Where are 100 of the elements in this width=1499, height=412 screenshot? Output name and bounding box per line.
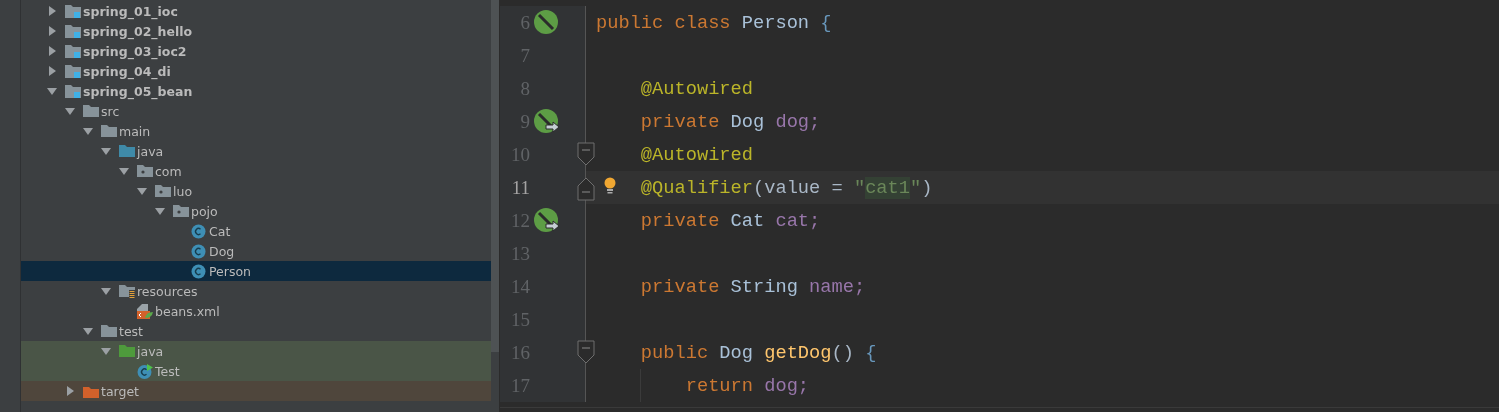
collapsed-arrow-icon[interactable]	[65, 386, 75, 396]
code-token: private	[640, 275, 720, 298]
package-icon	[137, 164, 153, 178]
code-token: return	[685, 374, 753, 397]
fold-icon[interactable]	[577, 340, 595, 366]
code-token: ()	[831, 341, 854, 364]
tree-row[interactable]: Cat	[21, 221, 491, 241]
tree-label: spring_05_bean	[83, 83, 193, 99]
expanded-arrow-icon[interactable]	[155, 206, 165, 216]
module-folder-icon	[65, 44, 81, 58]
expanded-arrow-icon[interactable]	[83, 326, 93, 336]
tree-row[interactable]: Test	[21, 361, 491, 381]
class-icon	[191, 223, 206, 239]
tree-row[interactable]: beans.xml	[21, 301, 491, 321]
resources-folder-icon	[119, 284, 135, 298]
source-folder-icon	[119, 144, 135, 158]
collapsed-arrow-icon[interactable]	[47, 66, 57, 76]
code-token: Person	[741, 11, 810, 34]
fold-icon[interactable]	[577, 175, 595, 201]
tree-row[interactable]: java	[21, 141, 491, 161]
tree-label: beans.xml	[155, 303, 220, 319]
tree-label: java	[137, 343, 164, 359]
collapsed-arrow-icon[interactable]	[47, 46, 57, 56]
code-token: class	[674, 11, 731, 34]
expanded-arrow-icon[interactable]	[101, 286, 111, 296]
tree-row[interactable]: Dog	[21, 241, 491, 261]
class-icon	[191, 243, 206, 259]
package-icon	[155, 184, 171, 198]
tree-row[interactable]: spring_01_ioc	[21, 1, 491, 21]
test-class-icon	[137, 363, 153, 379]
code-token: cat;	[775, 209, 821, 232]
tree-label: Cat	[209, 223, 231, 239]
code-token: "	[853, 176, 866, 199]
code-token: @Qualifier	[640, 176, 753, 199]
tree-row[interactable]: resources	[21, 281, 491, 301]
code-token: dog;	[775, 110, 821, 133]
autowired-icon[interactable]	[534, 108, 560, 135]
code-token: {	[865, 341, 877, 364]
module-folder-icon	[65, 24, 81, 38]
expanded-arrow-icon[interactable]	[119, 166, 129, 176]
tree-row[interactable]: test	[21, 321, 491, 341]
autowired-icon[interactable]	[534, 207, 560, 234]
package-icon	[173, 204, 189, 218]
expanded-arrow-icon[interactable]	[47, 86, 57, 96]
expanded-arrow-icon[interactable]	[83, 126, 93, 136]
tree-label: Person	[209, 263, 251, 279]
tree-label: com	[155, 163, 182, 179]
code-token: public	[596, 11, 664, 34]
tree-label: spring_02_hello	[83, 23, 193, 39]
xml-file-icon	[137, 303, 153, 319]
lightbulb-icon[interactable]	[604, 177, 616, 195]
code-token: name;	[809, 275, 866, 298]
folder-icon	[101, 124, 117, 138]
scrollbar[interactable]	[491, 0, 499, 352]
tree-label: main	[119, 123, 151, 139]
code-token: Dog	[719, 341, 753, 364]
expanded-arrow-icon[interactable]	[101, 146, 111, 156]
code-token: cat1	[865, 176, 910, 199]
bean-icon[interactable]	[534, 9, 560, 36]
expanded-arrow-icon[interactable]	[137, 186, 147, 196]
line-number: 11	[510, 176, 530, 199]
tree-label: Test	[155, 363, 180, 379]
code-token: getDog	[764, 341, 832, 364]
code-token: String	[730, 275, 798, 298]
collapsed-arrow-icon[interactable]	[47, 6, 57, 16]
tree-label: java	[137, 143, 164, 159]
expanded-arrow-icon[interactable]	[101, 346, 111, 356]
code-token: public	[640, 341, 709, 364]
tree-row[interactable]: spring_03_ioc2	[21, 41, 491, 61]
tree-row[interactable]: spring_05_bean	[21, 81, 491, 101]
tree-label: spring_03_ioc2	[83, 43, 187, 59]
tree-row[interactable]: target	[21, 381, 491, 401]
tree-row[interactable]: luo	[21, 181, 491, 201]
module-folder-icon	[65, 64, 81, 78]
tree-row[interactable]: com	[21, 161, 491, 181]
tree-row[interactable]: src	[21, 101, 491, 121]
code-token: (value =	[753, 176, 843, 199]
tree-label: target	[101, 383, 139, 399]
tree-row[interactable]: main	[21, 121, 491, 141]
tree-row[interactable]: spring_02_hello	[21, 21, 491, 41]
expanded-arrow-icon[interactable]	[65, 106, 75, 116]
test-folder-icon	[119, 344, 135, 358]
tree-label: spring_04_di	[83, 63, 171, 79]
code-token: {	[820, 11, 832, 34]
tree-row[interactable]: spring_04_di	[21, 61, 491, 81]
code-token: Cat	[730, 209, 765, 232]
module-folder-icon	[65, 4, 81, 18]
fold-icon[interactable]	[577, 142, 595, 168]
module-folder-icon	[65, 84, 81, 98]
tree-label: test	[119, 323, 143, 339]
code-token: @Autowired	[640, 77, 753, 100]
class-icon	[191, 263, 206, 279]
collapsed-arrow-icon[interactable]	[47, 26, 57, 36]
tree-row[interactable]: Person	[21, 261, 491, 281]
tree-row[interactable]: java	[21, 341, 491, 361]
code-token: private	[640, 209, 720, 232]
code-token: Dog	[730, 110, 765, 133]
tree-label: pojo	[191, 203, 218, 219]
tree-label: Dog	[209, 243, 235, 259]
tree-row[interactable]: pojo	[21, 201, 491, 221]
